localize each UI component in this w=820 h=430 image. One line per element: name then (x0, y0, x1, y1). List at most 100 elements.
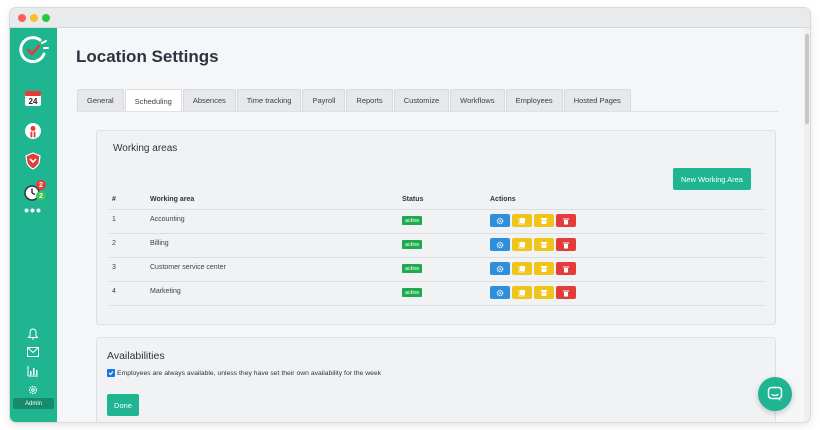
row-number: 2 (112, 240, 116, 247)
more-icon[interactable]: ••• (23, 203, 43, 217)
tab-payroll[interactable]: Payroll (302, 89, 346, 111)
settings-action-button[interactable] (490, 262, 510, 275)
tab-scheduling[interactable]: Scheduling (124, 89, 182, 112)
status-badge: active (402, 216, 423, 225)
delete-action-button[interactable] (556, 262, 576, 275)
trash-icon (563, 266, 569, 272)
window-minimize-button[interactable] (30, 14, 38, 22)
row-name: Customer service center (150, 264, 226, 271)
gear-icon (496, 241, 504, 248)
chat-icon (767, 386, 783, 401)
tab-employees[interactable]: Employees (505, 89, 563, 111)
copy-icon (518, 241, 525, 248)
clock-logo-icon[interactable] (18, 34, 50, 66)
availabilities-title: Availabilities (107, 350, 165, 362)
done-button[interactable]: Done (107, 394, 139, 416)
tabs-divider (77, 111, 778, 112)
delete-action-button[interactable] (556, 286, 576, 299)
status-badge: active (402, 288, 423, 297)
archive-icon (541, 217, 547, 224)
copy-action-button[interactable] (512, 262, 532, 275)
status-badge: active (402, 240, 423, 249)
person-icon[interactable] (23, 121, 43, 141)
mail-icon[interactable] (23, 342, 43, 362)
chat-button[interactable] (758, 377, 792, 411)
copy-icon (518, 265, 525, 272)
tab-general[interactable]: General (77, 89, 124, 111)
tab-absences[interactable]: Absences (182, 89, 236, 111)
copy-action-button[interactable] (512, 286, 532, 299)
row-number: 3 (112, 264, 116, 271)
settings-action-button[interactable] (490, 238, 510, 251)
availability-checkbox[interactable] (107, 369, 115, 377)
timer-icon[interactable]: 2 2 (23, 180, 46, 202)
column-header-working-area: Working area (150, 196, 195, 203)
vertical-scrollbar[interactable] (804, 28, 810, 422)
chart-icon[interactable] (23, 361, 43, 381)
trash-icon (563, 242, 569, 248)
scrollbar-thumb[interactable] (805, 34, 809, 124)
row-name: Accounting (150, 216, 185, 223)
tab-reports[interactable]: Reports (346, 89, 393, 111)
working-areas-title: Working areas (113, 143, 178, 154)
calendar-icon[interactable]: 24 (23, 88, 43, 108)
row-divider (109, 305, 765, 306)
settings-tabs: General Scheduling Absences Time trackin… (77, 89, 632, 112)
tab-hosted-pages[interactable]: Hosted Pages (563, 89, 631, 111)
new-working-area-button[interactable]: New Working Area (673, 168, 751, 190)
settings-action-button[interactable] (490, 286, 510, 299)
table-row: 2 Billing active (109, 234, 765, 257)
gear-icon (496, 265, 504, 272)
tab-customize[interactable]: Customize (393, 89, 450, 111)
window-maximize-button[interactable] (42, 14, 50, 22)
tab-time-tracking[interactable]: Time tracking (236, 89, 302, 111)
row-number: 1 (112, 216, 116, 223)
working-areas-panel: Working areas New Working Area # Working… (96, 130, 776, 325)
column-header-status: Status (402, 196, 424, 203)
column-header-number: # (112, 196, 116, 203)
admin-button[interactable]: Admin (13, 398, 54, 409)
copy-action-button[interactable] (512, 238, 532, 251)
archive-action-button[interactable] (534, 238, 554, 251)
archive-action-button[interactable] (534, 262, 554, 275)
archive-action-button[interactable] (534, 214, 554, 227)
bell-icon[interactable] (23, 324, 43, 344)
table-row: 4 Marketing active (109, 282, 765, 305)
gear-icon[interactable] (23, 380, 43, 400)
table-row: 1 Accounting active (109, 210, 765, 233)
window-titlebar (10, 8, 810, 28)
copy-action-button[interactable] (512, 214, 532, 227)
sidebar: 24 2 2 ••• Admin (10, 28, 57, 422)
row-name: Billing (150, 240, 169, 247)
window-close-button[interactable] (18, 14, 26, 22)
row-number: 4 (112, 288, 116, 295)
archive-icon (541, 241, 547, 248)
delete-action-button[interactable] (556, 238, 576, 251)
status-badge: active (402, 264, 423, 273)
tab-workflows[interactable]: Workflows (450, 89, 505, 111)
archive-action-button[interactable] (534, 286, 554, 299)
timer-badge-red: 2 (36, 180, 46, 190)
table-row: 3 Customer service center active (109, 258, 765, 281)
archive-icon (541, 289, 547, 296)
availabilities-panel: Availabilities Employees are always avai… (96, 337, 776, 422)
timer-badge-green: 2 (36, 191, 46, 201)
availability-checkbox-row: Employees are always available, unless t… (107, 369, 381, 377)
checkmark-icon (108, 371, 114, 376)
shield-icon[interactable] (23, 151, 43, 171)
app-window: 24 2 2 ••• Admin Location Settings Gener… (10, 8, 810, 422)
column-header-actions: Actions (490, 196, 516, 203)
delete-action-button[interactable] (556, 214, 576, 227)
availability-checkbox-label: Employees are always available, unless t… (117, 369, 382, 377)
row-name: Marketing (150, 288, 181, 295)
page-title: Location Settings (76, 47, 219, 66)
archive-icon (541, 265, 547, 272)
gear-icon (496, 217, 504, 224)
copy-icon (518, 217, 525, 224)
settings-action-button[interactable] (490, 214, 510, 227)
trash-icon (563, 218, 569, 224)
gear-icon (496, 289, 504, 296)
trash-icon (563, 290, 569, 296)
copy-icon (518, 289, 525, 296)
calendar-day: 24 (29, 97, 38, 106)
